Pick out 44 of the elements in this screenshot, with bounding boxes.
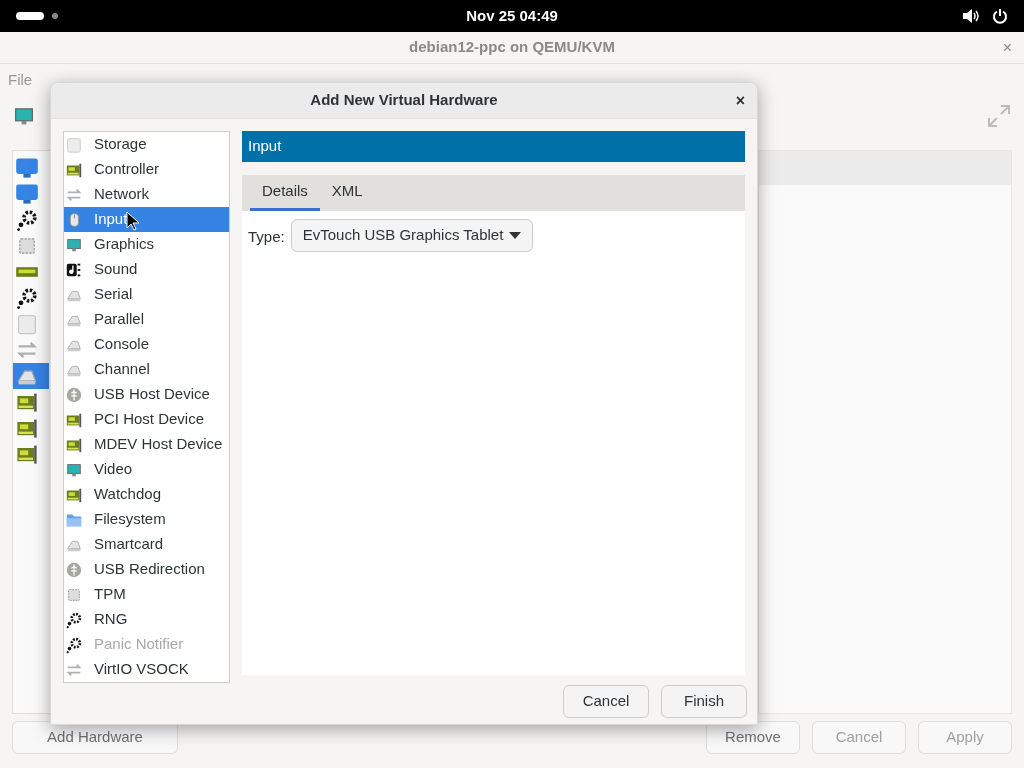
device-type-item[interactable]: VirtIO VSOCK [64, 657, 229, 682]
device-type-item[interactable]: Controller [64, 157, 229, 182]
clock[interactable]: Nov 25 04:49 [466, 4, 558, 28]
type-dropdown[interactable]: EvTouch USB Graphics Tablet [290, 219, 534, 252]
device-type-item[interactable]: USB Redirection [64, 557, 229, 582]
gears-icon [15, 208, 39, 232]
workspace-dot-icon[interactable] [52, 13, 58, 19]
close-button[interactable]: × [735, 88, 745, 113]
footer-button[interactable]: Remove [706, 720, 800, 754]
device-type-item[interactable]: Storage [64, 132, 229, 157]
device-type-item[interactable]: Input [64, 207, 229, 232]
device-type-item[interactable]: Watchdog [64, 482, 229, 507]
device-type-item[interactable]: TPM [64, 582, 229, 607]
tab[interactable]: XML [319, 175, 375, 211]
device-type-item[interactable]: Console [64, 332, 229, 357]
gears-icon [65, 635, 83, 654]
gears-icon [65, 610, 83, 629]
device-type-item[interactable]: Video [64, 457, 229, 482]
device-type-item[interactable]: Network [64, 182, 229, 207]
device-type-item[interactable]: PCI Host Device [64, 407, 229, 432]
gears-icon [15, 286, 39, 310]
device-type-item[interactable]: USB Host Device [64, 382, 229, 407]
device-type-item[interactable]: Graphics [64, 232, 229, 257]
workspace-indicator-icon[interactable] [16, 12, 44, 20]
power-icon[interactable] [992, 8, 1008, 24]
type-label: Type: [248, 227, 285, 247]
device-type-item[interactable]: RNG [64, 607, 229, 632]
dialog-button[interactable]: Cancel [563, 685, 649, 718]
device-type-item[interactable]: Filesystem [64, 507, 229, 532]
volume-icon[interactable] [962, 8, 980, 24]
caret-icon [509, 231, 522, 240]
device-type-item[interactable]: Channel [64, 357, 229, 382]
device-type-item[interactable]: Sound [64, 257, 229, 282]
dialog-title: Add New Virtual Hardware [310, 90, 498, 111]
device-type-item[interactable]: Serial [64, 282, 229, 307]
dialog-button[interactable]: Finish [661, 685, 747, 718]
section-header: Input [242, 131, 745, 162]
window-title: debian12-ppc on QEMU/KVM [409, 37, 615, 58]
device-type-item[interactable]: Parallel [64, 307, 229, 332]
monitor-icon [15, 156, 39, 180]
cursor-icon [126, 211, 140, 231]
device-type-item[interactable]: Smartcard [64, 532, 229, 557]
monitor-icon [15, 182, 39, 206]
device-type-item[interactable]: MDEV Host Device [64, 432, 229, 457]
